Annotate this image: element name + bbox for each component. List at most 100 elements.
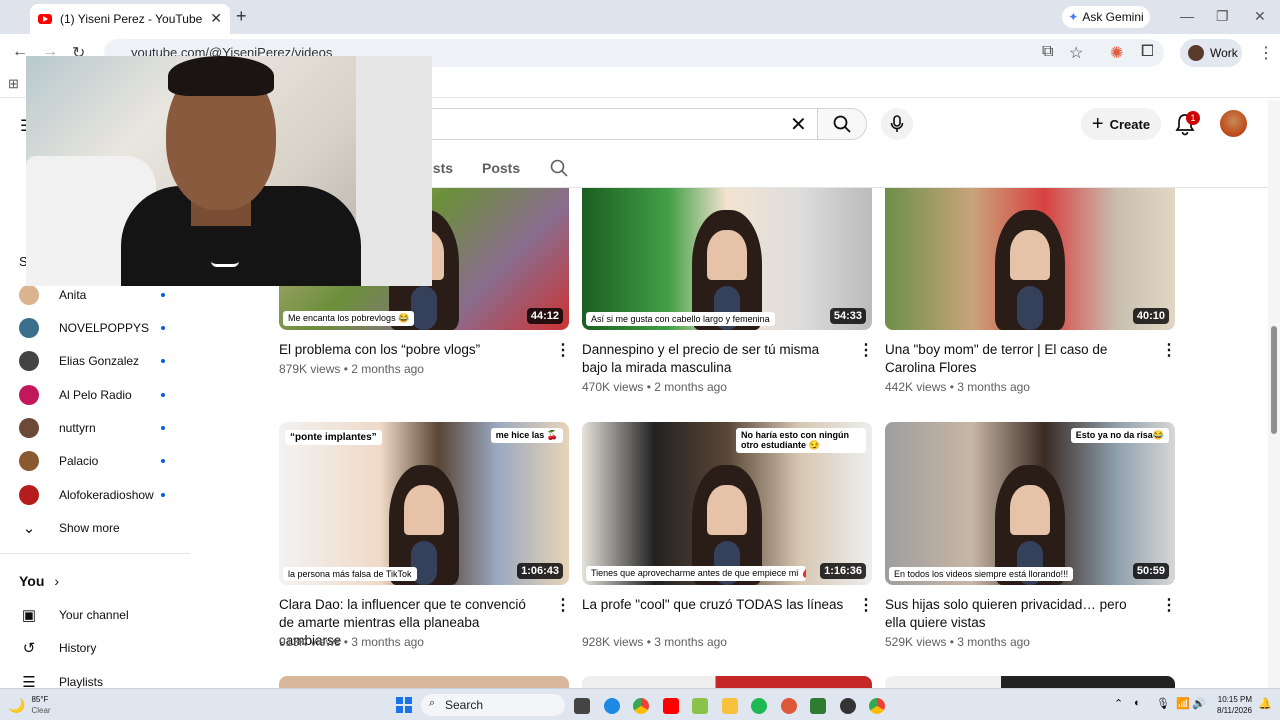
chevron-down-icon: ⌄ xyxy=(22,520,36,537)
volume-icon[interactable]: 🔊 xyxy=(1192,697,1206,710)
video-title[interactable]: El problema con los “pobre vlogs” xyxy=(279,341,544,359)
new-tab-icon[interactable]: + xyxy=(236,6,247,27)
notifications-tray-icon[interactable]: 🔔 xyxy=(1258,697,1272,710)
thumbnail-microphone xyxy=(411,286,437,330)
microphone-icon xyxy=(890,115,904,132)
edge-icon[interactable] xyxy=(604,698,620,714)
video-thumbnail[interactable]: Tienes que aprovecharme antes de que emp… xyxy=(582,422,872,585)
install-app-icon[interactable]: ⧉ xyxy=(1042,43,1053,61)
video-views: 879K views xyxy=(279,362,341,376)
tray-app-icon[interactable]: ◐ xyxy=(1134,697,1141,709)
show-more-button[interactable]: ⌄ Show more xyxy=(19,517,179,539)
menu-kebab-icon[interactable]: ⋮ xyxy=(1258,43,1274,63)
clear-search-icon[interactable]: ✕ xyxy=(790,112,807,137)
webcam-hair xyxy=(168,56,274,96)
video-thumbnail[interactable]: En todos los videos siempre está llorand… xyxy=(885,422,1175,585)
channel-search-icon[interactable] xyxy=(549,158,569,178)
search-button[interactable] xyxy=(817,108,867,140)
video-thumbnail-partial[interactable] xyxy=(885,676,1175,688)
system-clock[interactable]: 10:15 PM 8/11/2026 xyxy=(1210,694,1252,716)
video-options-icon[interactable]: ⋮ xyxy=(555,595,571,615)
tray-chevron-icon[interactable]: ⌃ xyxy=(1114,697,1123,710)
maximize-icon[interactable]: ❐ xyxy=(1216,8,1229,25)
task-view-icon[interactable] xyxy=(574,698,590,714)
show-more-label: Show more xyxy=(59,521,120,535)
sidebar-item-history[interactable]: ↺ History xyxy=(19,637,179,659)
channel-name: Anita xyxy=(59,288,87,302)
channel-name: Palacio xyxy=(59,454,99,468)
sidebar-subscription-item[interactable]: Anita xyxy=(19,284,179,306)
thumbnail-face xyxy=(1010,485,1050,535)
video-thumbnail[interactable]: Así si me gusta con cabello largo y feme… xyxy=(582,188,872,330)
sidebar-subscription-item[interactable]: nuttyrn xyxy=(19,417,179,439)
sidebar-subscription-item[interactable]: Al Pelo Radio xyxy=(19,384,179,406)
app-icon[interactable] xyxy=(810,698,826,714)
thumbnail-caption: En todos los videos siempre está llorand… xyxy=(889,567,1074,581)
video-age: 3 months ago xyxy=(351,635,424,649)
close-window-icon[interactable]: ✕ xyxy=(1254,8,1266,25)
video-thumbnail[interactable]: 40:10 xyxy=(885,188,1175,330)
video-options-icon[interactable]: ⋮ xyxy=(1161,340,1177,360)
thumbnail-caption-top-right: Esto ya no da risa😂 xyxy=(1070,428,1169,443)
extension-burst-icon[interactable]: ✺ xyxy=(1110,43,1123,63)
ask-gemini-label: Ask Gemini xyxy=(1082,10,1144,24)
chrome-active-icon[interactable] xyxy=(869,698,885,714)
video-title[interactable]: La profe "cool" que cruzó TODAS las líne… xyxy=(582,596,847,614)
extensions-puzzle-icon[interactable]: ⧠ xyxy=(1141,43,1154,61)
video-options-icon[interactable]: ⋮ xyxy=(1161,595,1177,615)
thumbnail-caption-top-right: No haría esto con ningún otro estudiante… xyxy=(736,428,866,453)
chrome-icon[interactable] xyxy=(633,698,649,714)
channel-avatar xyxy=(19,385,39,405)
video-duration: 50:59 xyxy=(1132,563,1169,579)
browser-tab[interactable]: (1) Yiseni Perez - YouTube ✕ xyxy=(30,4,230,34)
microphone-tray-icon[interactable]: 🎙 xyxy=(1156,697,1170,710)
video-title[interactable]: Sus hijas solo quieren privacidad… pero … xyxy=(885,596,1150,632)
thumbnail-face xyxy=(1010,230,1050,280)
sidebar-subscription-item[interactable]: NOVELPOPPYS xyxy=(19,317,179,339)
windows-start-icon[interactable] xyxy=(396,697,412,713)
video-title[interactable]: Dannespino y el precio de ser tú misma b… xyxy=(582,341,847,377)
search-input[interactable] xyxy=(420,108,818,140)
apps-grid-icon[interactable]: ⊞ xyxy=(8,76,19,92)
tab-posts[interactable]: Posts xyxy=(482,160,520,176)
scrollbar-thumb[interactable] xyxy=(1271,326,1277,434)
profile-button[interactable]: Work xyxy=(1180,39,1242,67)
video-options-icon[interactable]: ⋮ xyxy=(858,340,874,360)
video-thumbnail-partial[interactable] xyxy=(279,676,569,688)
video-metadata: 442K views • 3 months ago xyxy=(885,380,1030,394)
video-title[interactable]: Una "boy mom" de terror | El caso de Car… xyxy=(885,341,1150,377)
weather-widget[interactable]: 🌙 85°F Clear xyxy=(8,694,51,716)
video-options-icon[interactable]: ⋮ xyxy=(858,595,874,615)
thumbnail-caption-top-left: “ponte implantes” xyxy=(285,430,382,445)
voice-search-button[interactable] xyxy=(881,108,913,140)
sidebar-item-your-channel[interactable]: ▣ Your channel xyxy=(19,604,179,626)
file-explorer-icon[interactable] xyxy=(722,698,738,714)
wifi-icon[interactable]: 📶 xyxy=(1176,697,1190,710)
bookmark-star-icon[interactable]: ☆ xyxy=(1069,43,1083,63)
create-button[interactable]: + Create xyxy=(1081,108,1161,140)
app-icon[interactable] xyxy=(692,698,708,714)
video-thumbnail[interactable]: la persona más falsa de TikTok “ponte imp… xyxy=(279,422,569,585)
close-tab-icon[interactable]: ✕ xyxy=(210,10,222,27)
sidebar-subscription-item[interactable]: Elias Gonzalez xyxy=(19,350,179,372)
thumbnail-face xyxy=(404,485,444,535)
channel-name: NOVELPOPPYS xyxy=(59,321,150,335)
taskbar-search[interactable]: ⌕ Search xyxy=(421,694,565,716)
spotify-icon[interactable] xyxy=(751,698,767,714)
app-icon[interactable] xyxy=(840,698,856,714)
minimize-icon[interactable]: — xyxy=(1180,8,1194,24)
youtube-app-icon[interactable] xyxy=(663,698,679,714)
sidebar-you[interactable]: You › xyxy=(19,570,179,592)
channel-avatar xyxy=(19,485,39,505)
sidebar-subscription-item[interactable]: Palacio xyxy=(19,450,179,472)
thumbnail-caption: Me encanta los pobrevlogs 😂 xyxy=(283,311,415,326)
video-options-icon[interactable]: ⋮ xyxy=(555,340,571,360)
burst-app-icon[interactable] xyxy=(781,698,797,714)
ask-gemini-button[interactable]: ✦ Ask Gemini xyxy=(1062,6,1150,28)
channel-name: Al Pelo Radio xyxy=(59,388,132,402)
notification-count-badge: 1 xyxy=(1186,111,1200,125)
video-thumbnail-partial[interactable] xyxy=(582,676,872,688)
account-avatar[interactable] xyxy=(1220,110,1247,137)
video-metadata: 913K views • 3 months ago xyxy=(279,635,424,649)
sidebar-subscription-item[interactable]: Alofokeradioshow xyxy=(19,484,179,506)
